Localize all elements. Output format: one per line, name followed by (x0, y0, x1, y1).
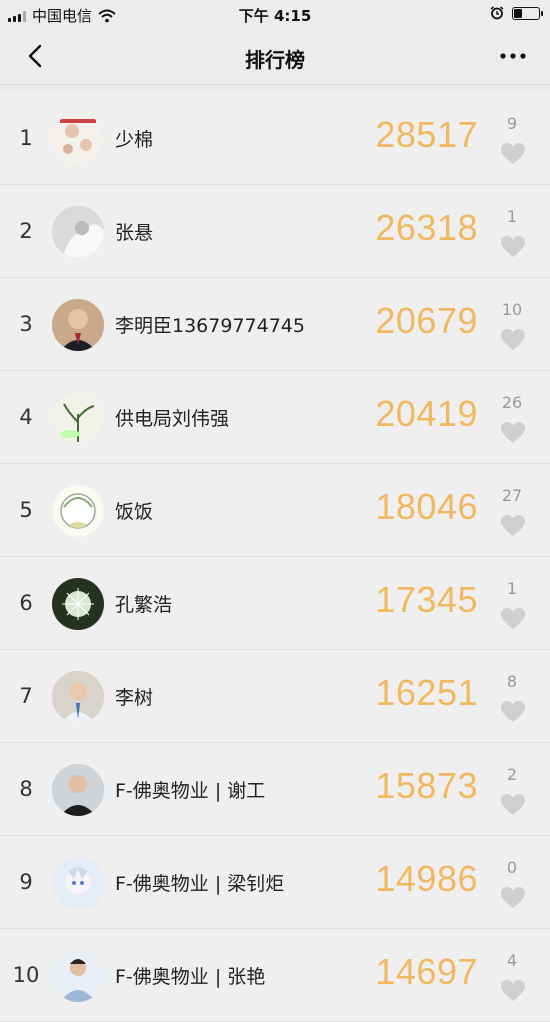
battery-icon (512, 6, 543, 20)
avatar[interactable] (52, 578, 104, 630)
like-count: 27 (501, 486, 523, 505)
heart-icon[interactable] (500, 793, 526, 817)
step-score: 28517 (375, 114, 478, 155)
avatar[interactable] (52, 857, 104, 909)
user-name: F-佛奥物业 | 张艳 (115, 966, 266, 988)
list-item[interactable]: 3 李明臣13679774745 20679 10 (0, 278, 550, 371)
step-score: 14697 (375, 951, 478, 992)
user-name: 李明臣13679774745 (115, 315, 305, 337)
heart-icon[interactable] (500, 142, 526, 166)
step-score: 20679 (375, 300, 478, 341)
heart-icon[interactable] (500, 514, 526, 538)
avatar[interactable] (52, 950, 104, 1002)
step-score: 18046 (375, 486, 478, 527)
avatar[interactable] (52, 299, 104, 351)
step-score: 26318 (375, 207, 478, 248)
step-score: 17345 (375, 579, 478, 620)
user-name: 饭饭 (115, 501, 154, 523)
user-name: 李树 (115, 687, 154, 709)
like-count: 1 (506, 579, 518, 598)
like-count: 10 (501, 300, 523, 319)
like-count: 9 (506, 114, 518, 133)
step-score: 20419 (375, 393, 478, 434)
heart-icon[interactable] (500, 607, 526, 631)
rank-number: 4 (19, 405, 33, 429)
heart-icon[interactable] (500, 328, 526, 352)
rank-number: 5 (19, 498, 33, 522)
rank-number: 3 (19, 312, 33, 336)
like-count: 26 (501, 393, 523, 412)
rank-number: 7 (19, 684, 33, 708)
list-item[interactable]: 4 供电局刘伟强 20419 26 (0, 371, 550, 464)
rank-number: 10 (12, 963, 40, 987)
like-count: 4 (506, 951, 518, 970)
battery-fill (514, 8, 522, 18)
heart-icon[interactable] (500, 235, 526, 259)
rank-number: 2 (19, 219, 33, 243)
list-item[interactable]: 9 F-佛奥物业 | 梁钊炬 14986 0 (0, 836, 550, 929)
status-time: 下午 4:15 (238, 7, 312, 25)
list-item[interactable]: 5 饭饭 18046 27 (0, 464, 550, 557)
avatar[interactable] (52, 392, 104, 444)
heart-icon[interactable] (500, 979, 526, 1003)
like-count: 1 (506, 207, 518, 226)
status-bar: 中国电信 下午 4:15 (0, 0, 550, 30)
like-count: 8 (506, 672, 518, 691)
avatar[interactable] (52, 206, 104, 258)
status-right (490, 6, 543, 20)
rank-number: 8 (19, 777, 33, 801)
nav-bar: 排行榜 (0, 30, 550, 85)
user-name: F-佛奥物业 | 梁钊炬 (115, 873, 285, 895)
step-score: 16251 (375, 672, 478, 713)
step-score: 14986 (375, 858, 478, 899)
list-item[interactable]: 10 F-佛奥物业 | 张艳 14697 4 (0, 929, 550, 1022)
step-score: 15873 (375, 765, 478, 806)
more-dots-icon[interactable] (498, 46, 528, 66)
ranking-list: 1 少棉 28517 9 2 张悬 26318 1 3 李明臣13679774745 20679 10… (0, 92, 550, 1022)
rank-number: 1 (19, 126, 33, 150)
heart-icon[interactable] (500, 886, 526, 910)
user-name: 张悬 (115, 222, 154, 244)
user-name: F-佛奥物业 | 谢工 (115, 780, 266, 802)
avatar[interactable] (52, 113, 104, 165)
avatar[interactable] (52, 671, 104, 723)
like-count: 0 (506, 858, 518, 877)
user-name: 少棉 (115, 129, 154, 151)
avatar[interactable] (52, 764, 104, 816)
page-title: 排行榜 (245, 48, 305, 72)
rank-number: 6 (19, 591, 33, 615)
user-name: 孔繁浩 (115, 594, 173, 616)
list-item[interactable]: 6 孔繁浩 17345 1 (0, 557, 550, 650)
rank-number: 9 (19, 870, 33, 894)
user-name: 供电局刘伟强 (115, 408, 230, 430)
list-item[interactable]: 1 少棉 28517 9 (0, 92, 550, 185)
avatar[interactable] (52, 485, 104, 537)
list-item[interactable]: 2 张悬 26318 1 (0, 185, 550, 278)
heart-icon[interactable] (500, 700, 526, 724)
alarm-icon (490, 6, 504, 20)
like-count: 2 (506, 765, 518, 784)
list-item[interactable]: 7 李树 16251 8 (0, 650, 550, 743)
list-item[interactable]: 8 F-佛奥物业 | 谢工 15873 2 (0, 743, 550, 836)
heart-icon[interactable] (500, 421, 526, 445)
